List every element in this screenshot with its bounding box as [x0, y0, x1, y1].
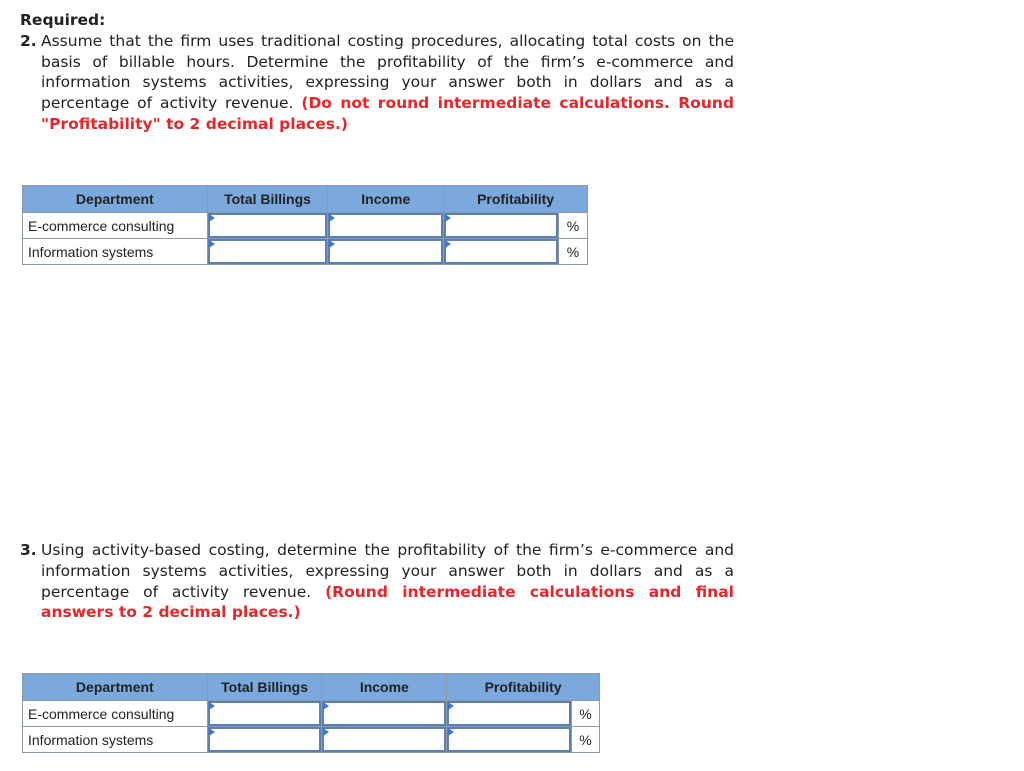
- table-row: E-commerce consulting %: [22, 212, 588, 239]
- total-billings-input[interactable]: [207, 701, 322, 726]
- header-department: Department: [22, 673, 208, 701]
- percent-unit: %: [570, 700, 601, 727]
- input-flag-icon: [329, 214, 336, 222]
- header-profitability: Profitability: [443, 185, 588, 213]
- income-input[interactable]: [328, 213, 444, 238]
- table-row: E-commerce consulting %: [22, 700, 601, 727]
- required-label: Required:: [20, 11, 106, 29]
- department-label: E-commerce consulting: [22, 212, 208, 239]
- input-flag-icon: [208, 240, 215, 248]
- input-flag-icon: [208, 702, 215, 710]
- input-flag-icon: [448, 728, 455, 736]
- input-flag-icon: [329, 240, 336, 248]
- question-3-block: 3. Using activity-based costing, determi…: [20, 540, 734, 623]
- income-input[interactable]: [322, 701, 447, 726]
- question-3-number: 3.: [20, 541, 37, 559]
- profitability-input[interactable]: [444, 213, 558, 238]
- profitability-input[interactable]: [444, 239, 558, 264]
- percent-unit: %: [558, 212, 588, 239]
- total-billings-input[interactable]: [207, 239, 328, 264]
- table-row: Information systems %: [22, 238, 588, 265]
- input-flag-icon: [323, 702, 330, 710]
- income-input[interactable]: [328, 239, 444, 264]
- total-billings-input[interactable]: [207, 727, 322, 752]
- profitability-input[interactable]: [447, 701, 571, 726]
- input-flag-icon: [445, 214, 452, 222]
- input-flag-icon: [323, 728, 330, 736]
- traditional-costing-table: Department Total Billings Income Profita…: [22, 185, 588, 265]
- header-income: Income: [321, 673, 448, 701]
- percent-unit: %: [558, 238, 588, 265]
- department-label: E-commerce consulting: [22, 700, 208, 727]
- activity-based-costing-table: Department Total Billings Income Profita…: [22, 673, 601, 753]
- total-billings-input[interactable]: [207, 213, 328, 238]
- table-header-row: Department Total Billings Income Profita…: [22, 673, 600, 701]
- header-department: Department: [22, 185, 208, 213]
- percent-unit: %: [570, 726, 601, 753]
- income-input[interactable]: [322, 727, 447, 752]
- table-row: Information systems %: [22, 726, 601, 753]
- department-label: Information systems: [22, 238, 208, 265]
- question-3: 3. Using activity-based costing, determi…: [20, 540, 734, 623]
- header-total-billings: Total Billings: [206, 673, 323, 701]
- question-2: 2. Assume that the firm uses traditional…: [20, 31, 734, 135]
- input-flag-icon: [445, 240, 452, 248]
- input-flag-icon: [208, 728, 215, 736]
- profitability-input[interactable]: [447, 727, 571, 752]
- header-profitability: Profitability: [446, 673, 600, 701]
- header-income: Income: [327, 185, 445, 213]
- question-2-block: Required: 2. Assume that the firm uses t…: [20, 10, 734, 135]
- input-flag-icon: [208, 214, 215, 222]
- department-label: Information systems: [22, 726, 208, 753]
- input-flag-icon: [448, 702, 455, 710]
- table-header-row: Department Total Billings Income Profita…: [22, 185, 588, 213]
- question-2-number: 2.: [20, 31, 37, 50]
- header-total-billings: Total Billings: [206, 185, 329, 213]
